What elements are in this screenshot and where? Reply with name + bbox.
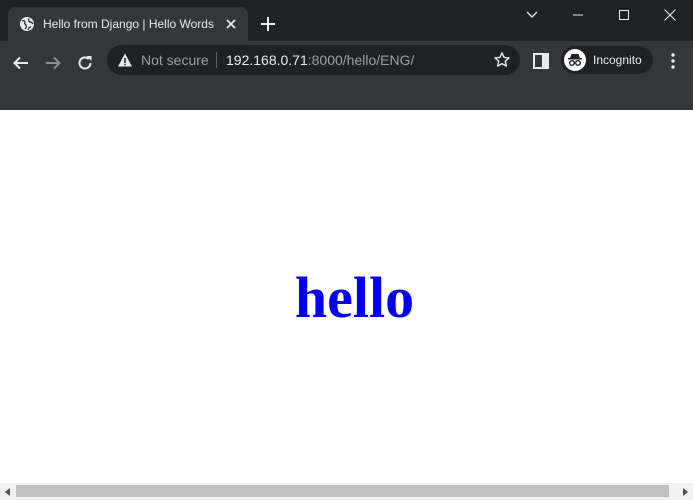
reload-icon: [78, 56, 92, 70]
scroll-right-icon[interactable]: [680, 487, 690, 497]
browser-toolbar: Not secure 192.168.0.71:8000/hello/ENG/ …: [0, 41, 693, 110]
side-panel-icon[interactable]: [532, 52, 550, 70]
address-bar[interactable]: Not secure 192.168.0.71:8000/hello/ENG/: [107, 45, 520, 75]
reload-button[interactable]: [71, 49, 99, 77]
forward-button[interactable]: [39, 49, 67, 77]
divider: [216, 52, 217, 68]
maximize-icon: [619, 10, 629, 20]
close-tab-icon[interactable]: [222, 15, 240, 33]
close-icon: [664, 9, 676, 21]
page-content: hello: [0, 110, 693, 483]
tab-search-button[interactable]: [509, 0, 555, 30]
tab-title: Hello from Django | Hello Words: [43, 17, 214, 31]
scroll-left-icon[interactable]: [3, 487, 13, 497]
maximize-button[interactable]: [601, 0, 647, 30]
scrollbar-thumb[interactable]: [16, 485, 669, 497]
close-window-button[interactable]: [647, 0, 693, 30]
tab-strip: Hello from Django | Hello Words: [0, 0, 693, 41]
incognito-label: Incognito: [593, 53, 642, 67]
minimize-icon: [573, 14, 583, 16]
chevron-down-icon: [526, 11, 538, 18]
new-tab-icon[interactable]: [258, 14, 278, 34]
minimize-button[interactable]: [555, 0, 601, 30]
arrow-right-icon: [46, 56, 61, 70]
horizontal-scrollbar[interactable]: [0, 483, 693, 500]
greeting-heading: hello: [294, 265, 415, 330]
warning-icon[interactable]: [117, 52, 133, 68]
arrow-left-icon: [13, 56, 28, 70]
tab-active[interactable]: Hello from Django | Hello Words: [8, 7, 248, 41]
star-icon[interactable]: [493, 51, 511, 69]
url-host: 192.168.0.71: [226, 52, 308, 68]
incognito-icon: [564, 49, 586, 71]
back-button[interactable]: [7, 49, 35, 77]
url-text[interactable]: 192.168.0.71:8000/hello/ENG/: [226, 52, 414, 68]
globe-icon: [20, 17, 34, 31]
security-label[interactable]: Not secure: [141, 52, 209, 68]
more-menu-icon[interactable]: [664, 50, 682, 72]
incognito-badge[interactable]: Incognito: [561, 46, 653, 74]
url-path: :8000/hello/ENG/: [307, 52, 415, 68]
